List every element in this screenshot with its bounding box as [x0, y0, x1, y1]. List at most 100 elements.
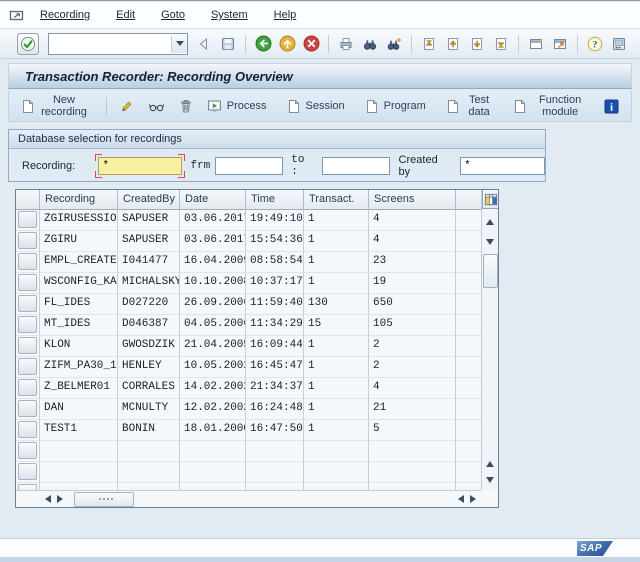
- column-header-recording[interactable]: Recording: [40, 190, 118, 210]
- cell-time: [246, 462, 304, 483]
- row-select-button[interactable]: [18, 295, 37, 312]
- command-field[interactable]: [48, 32, 188, 55]
- table-settings-button[interactable]: [481, 190, 498, 209]
- row-select-cell: [16, 441, 40, 462]
- recording-input[interactable]: [98, 156, 183, 175]
- new-session-button[interactable]: [525, 33, 547, 55]
- row-select-button[interactable]: [18, 274, 37, 291]
- scroll-left-button[interactable]: [42, 493, 54, 505]
- horizontal-scrollbar[interactable]: [16, 490, 481, 507]
- scroll-up-button[interactable]: [483, 216, 497, 228]
- delete-recording-button[interactable]: [175, 97, 197, 116]
- menu-system[interactable]: System: [211, 9, 248, 21]
- customize-layout-button[interactable]: [608, 33, 630, 55]
- cell-screens: 4: [369, 231, 456, 252]
- first-page-button[interactable]: [418, 33, 440, 55]
- cell-createdby: BONIN: [118, 420, 180, 441]
- function-module-button[interactable]: Function module: [509, 92, 592, 120]
- row-select-button[interactable]: [18, 400, 37, 417]
- row-select-cell: [16, 357, 40, 378]
- column-header-screens[interactable]: Screens: [369, 190, 456, 210]
- column-header-time[interactable]: Time: [246, 190, 304, 210]
- document-icon: [446, 99, 460, 114]
- menu-recording[interactable]: Recording: [40, 9, 90, 21]
- display-recording-button[interactable]: [144, 97, 169, 115]
- help-button[interactable]: ?: [584, 33, 606, 55]
- cell-time: 16:47:50: [246, 420, 304, 441]
- test-data-button[interactable]: Test data: [442, 92, 497, 120]
- cell-screens: [369, 441, 456, 462]
- exit-button[interactable]: [276, 33, 298, 55]
- chevron-down-icon[interactable]: [171, 34, 187, 53]
- session-button[interactable]: Session: [283, 97, 349, 116]
- system-menu-icon[interactable]: [8, 7, 26, 23]
- row-select-cell: [16, 294, 40, 315]
- previous-page-button[interactable]: [442, 33, 464, 55]
- to-input[interactable]: [321, 156, 390, 175]
- menu-edit[interactable]: Edit: [116, 9, 135, 21]
- column-header-date[interactable]: Date: [180, 190, 246, 210]
- menu-goto[interactable]: Goto: [161, 9, 185, 21]
- cell-date: 26.09.2006: [180, 294, 246, 315]
- cell-time: 16:45:47: [246, 357, 304, 378]
- horizontal-scroll-thumb[interactable]: [74, 491, 134, 507]
- program-button[interactable]: Program: [361, 97, 430, 116]
- scroll-down-bottom-button[interactable]: [483, 474, 497, 486]
- print-button[interactable]: [335, 33, 357, 55]
- new-recording-button[interactable]: New recording: [17, 92, 92, 120]
- table-row: KLON GWOSDZIK 21.04.2005 16:09:44 1 2: [16, 336, 481, 357]
- cell-time: [246, 483, 304, 490]
- find-button[interactable]: [359, 33, 381, 55]
- back-nav-button[interactable]: [193, 33, 215, 55]
- select-all-header-cell[interactable]: [16, 190, 40, 210]
- row-select-button[interactable]: [18, 379, 37, 396]
- test-data-label: Test data: [468, 94, 490, 118]
- row-select-button[interactable]: [18, 232, 37, 249]
- recordings-table: Recording CreatedBy Date Time Transact. …: [15, 189, 499, 508]
- cell-screens: 105: [369, 315, 456, 336]
- save-button[interactable]: [217, 33, 239, 55]
- cancel-button[interactable]: [300, 33, 322, 55]
- vertical-scrollbar[interactable]: [481, 190, 498, 490]
- row-select-button[interactable]: [18, 442, 37, 459]
- edit-recording-button[interactable]: [115, 97, 138, 116]
- row-select-button[interactable]: [18, 463, 37, 480]
- menu-help[interactable]: Help: [274, 9, 297, 21]
- scroll-up-bottom-button[interactable]: [483, 458, 497, 470]
- back-button[interactable]: [252, 33, 274, 55]
- scroll-right-button[interactable]: [54, 493, 66, 505]
- row-select-button[interactable]: [18, 337, 37, 354]
- cell-recording: TEST1: [40, 420, 118, 441]
- row-select-button[interactable]: [18, 421, 37, 438]
- column-header-transact[interactable]: Transact.: [304, 190, 369, 210]
- row-select-button[interactable]: [18, 358, 37, 375]
- row-select-button[interactable]: [18, 316, 37, 333]
- created-by-input[interactable]: [460, 156, 545, 175]
- last-page-button[interactable]: [490, 33, 512, 55]
- cell-screens: 2: [369, 336, 456, 357]
- frm-input[interactable]: [215, 156, 284, 175]
- scroll-right-end-button[interactable]: [467, 493, 479, 505]
- cell-date: 10.10.2008: [180, 273, 246, 294]
- command-input[interactable]: [49, 34, 171, 53]
- row-select-cell: [16, 273, 40, 294]
- vertical-scroll-thumb[interactable]: [482, 254, 498, 288]
- focus-corner: [95, 170, 103, 178]
- column-header-createdby[interactable]: CreatedBy: [118, 190, 180, 210]
- scroll-left-end-button[interactable]: [455, 493, 467, 505]
- next-page-button[interactable]: [466, 33, 488, 55]
- row-select-button[interactable]: [18, 253, 37, 270]
- process-button[interactable]: Process: [203, 97, 271, 115]
- row-select-button[interactable]: [18, 211, 37, 228]
- scroll-down-button[interactable]: [483, 236, 497, 248]
- info-button[interactable]: i: [604, 99, 619, 114]
- cell-date: [180, 441, 246, 462]
- row-select-cell: [16, 231, 40, 252]
- triangle-right-icon: [57, 495, 63, 503]
- cell-createdby: HENLEY: [118, 357, 180, 378]
- table-empty-row: [16, 462, 481, 483]
- find-next-button[interactable]: [383, 33, 405, 55]
- process-label: Process: [226, 100, 267, 112]
- enter-button[interactable]: [17, 32, 39, 55]
- create-shortcut-button[interactable]: [549, 33, 571, 55]
